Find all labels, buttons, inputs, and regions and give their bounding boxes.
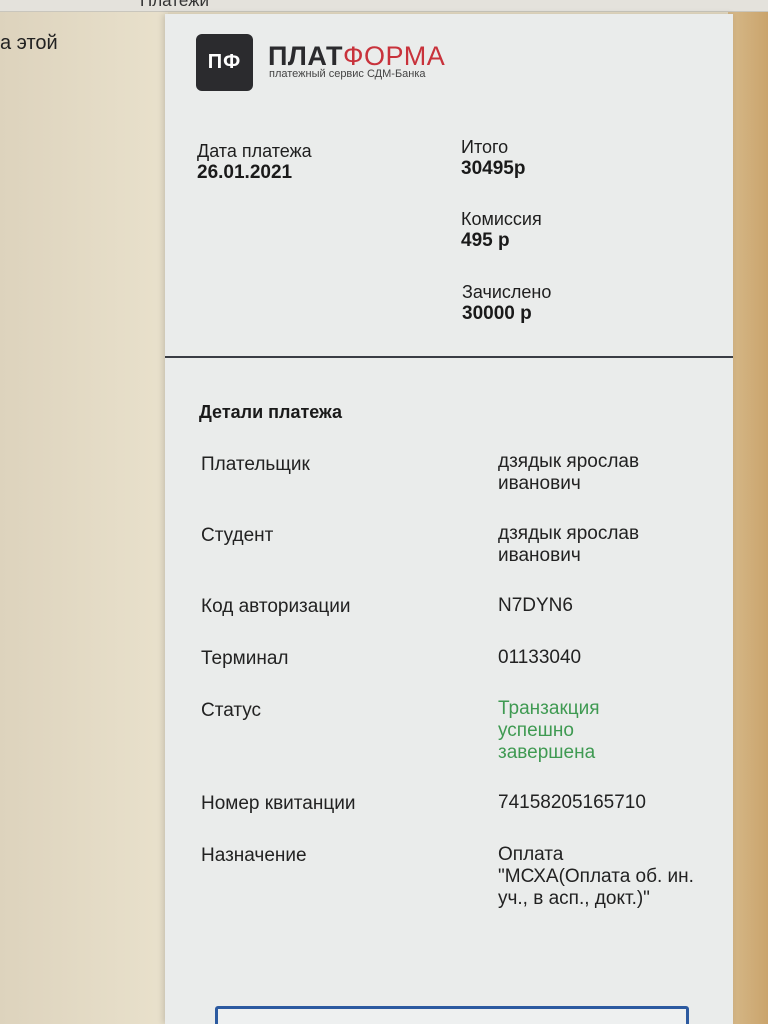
details-heading: Детали платежа bbox=[199, 402, 343, 422]
background-page-right bbox=[728, 0, 768, 1024]
section-divider bbox=[165, 356, 733, 358]
commission-value: 495 р bbox=[461, 230, 510, 251]
auth-code-label: Код авторизации bbox=[201, 596, 351, 617]
status-value: Транзакция успешно завершена bbox=[498, 698, 600, 763]
terminal-label: Терминал bbox=[201, 648, 289, 669]
logo-title-dark: ПЛАТ bbox=[268, 41, 343, 71]
commission-label: Комиссия bbox=[461, 209, 542, 229]
payment-date-label: Дата платежа bbox=[197, 141, 312, 161]
payer-label: Плательщик bbox=[201, 454, 310, 475]
background-text-fragment: а этой bbox=[0, 32, 58, 54]
payer-value: дзядык ярослав иванович bbox=[498, 451, 640, 494]
total-label: Итого bbox=[461, 137, 509, 157]
credited-label: Зачислено bbox=[462, 282, 552, 302]
logo-subtitle: платежный сервис СДМ-Банка bbox=[269, 68, 426, 80]
status-label: Статус bbox=[201, 700, 262, 721]
credited-value: 30000 р bbox=[462, 303, 532, 324]
platforma-logo-icon: ПФ bbox=[196, 34, 253, 91]
payment-date-value: 26.01.2021 bbox=[197, 162, 293, 183]
receipt-number-label: Номер квитанции bbox=[201, 793, 356, 814]
receipt-number-value: 74158205165710 bbox=[498, 792, 646, 813]
logo-title-red: ФОРМА bbox=[343, 41, 446, 71]
student-label: Студент bbox=[201, 525, 274, 546]
total-value: 30495р bbox=[461, 158, 526, 179]
auth-code-value: N7DYN6 bbox=[498, 595, 573, 616]
terminal-value: 01133040 bbox=[498, 647, 582, 668]
student-value: дзядык ярослав иванович bbox=[498, 523, 640, 566]
top-tab-strip: Платежи bbox=[0, 0, 768, 12]
payment-receipt: ПФ ПЛАТФОРМА платежный сервис СДМ-Банка … bbox=[165, 14, 733, 1024]
purpose-label: Назначение bbox=[201, 845, 307, 866]
receipt-action-button[interactable] bbox=[215, 1006, 689, 1024]
background-page-left bbox=[0, 0, 168, 1024]
tab-payments[interactable]: Платежи bbox=[140, 0, 209, 11]
purpose-value: Оплата "МСХА(Оплата об. ин. уч., в асп.,… bbox=[498, 844, 694, 909]
